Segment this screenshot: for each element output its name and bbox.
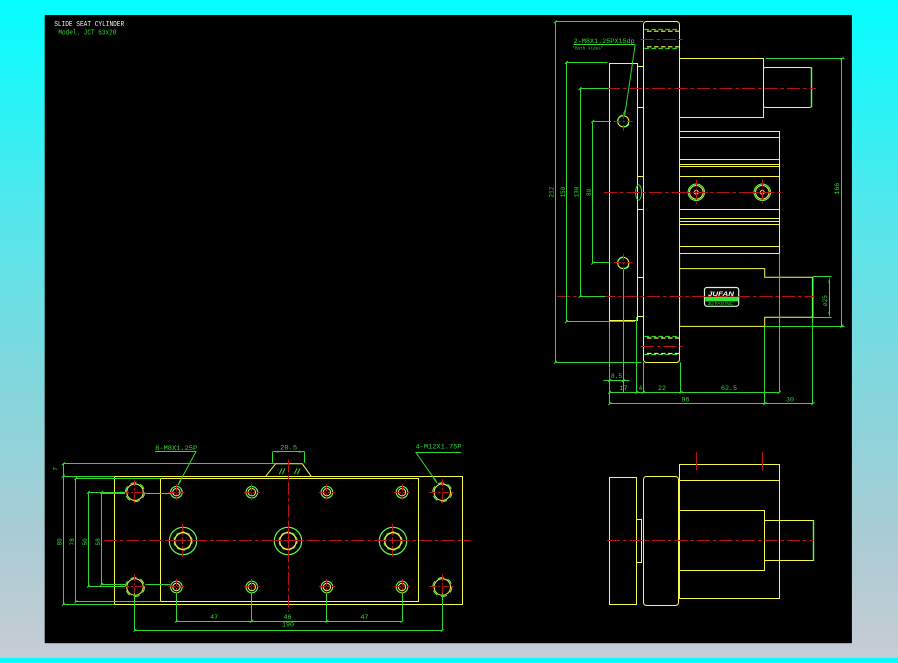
svg-text:22: 22 (658, 385, 666, 392)
svg-text:62.5: 62.5 (721, 385, 737, 392)
svg-text:Model. JCT 63x20: Model. JCT 63x20 (58, 30, 116, 38)
svg-text:166: 166 (834, 183, 841, 195)
svg-text:7: 7 (53, 467, 60, 471)
svg-text:130: 130 (573, 186, 580, 197)
svg-text:50: 50 (82, 538, 89, 546)
svg-text:ø25: ø25 (822, 295, 829, 306)
svg-text:80: 80 (586, 188, 593, 196)
svg-text:4: 4 (639, 385, 643, 392)
svg-text:212: 212 (549, 186, 556, 197)
svg-text:96: 96 (682, 396, 690, 403)
svg-text:2-M8X1.25PX15dp: 2-M8X1.25PX15dp (574, 38, 635, 45)
svg-text:190: 190 (282, 622, 294, 629)
svg-text:8.5: 8.5 (611, 373, 622, 380)
svg-text:JU FAN INC: JU FAN INC (708, 301, 734, 307)
svg-text:47: 47 (210, 614, 218, 621)
svg-text:58: 58 (95, 538, 102, 546)
svg-text:SLIDE SEAT CYLINDER: SLIDE SEAT CYLINDER (54, 21, 125, 29)
svg-text:46: 46 (284, 614, 292, 621)
svg-text:20.5: 20.5 (280, 445, 297, 452)
svg-text:78: 78 (69, 538, 76, 546)
svg-text:47: 47 (361, 614, 369, 621)
svg-text:4-M12X1.75P: 4-M12X1.75P (416, 444, 462, 451)
svg-text:30: 30 (786, 396, 794, 403)
svg-text:8-M8X1.25P: 8-M8X1.25P (155, 445, 197, 452)
svg-text:80: 80 (57, 538, 64, 546)
svg-text:150: 150 (560, 186, 567, 197)
svg-text:17: 17 (620, 385, 628, 392)
svg-text:*Both sides*: *Both sides* (572, 46, 603, 52)
